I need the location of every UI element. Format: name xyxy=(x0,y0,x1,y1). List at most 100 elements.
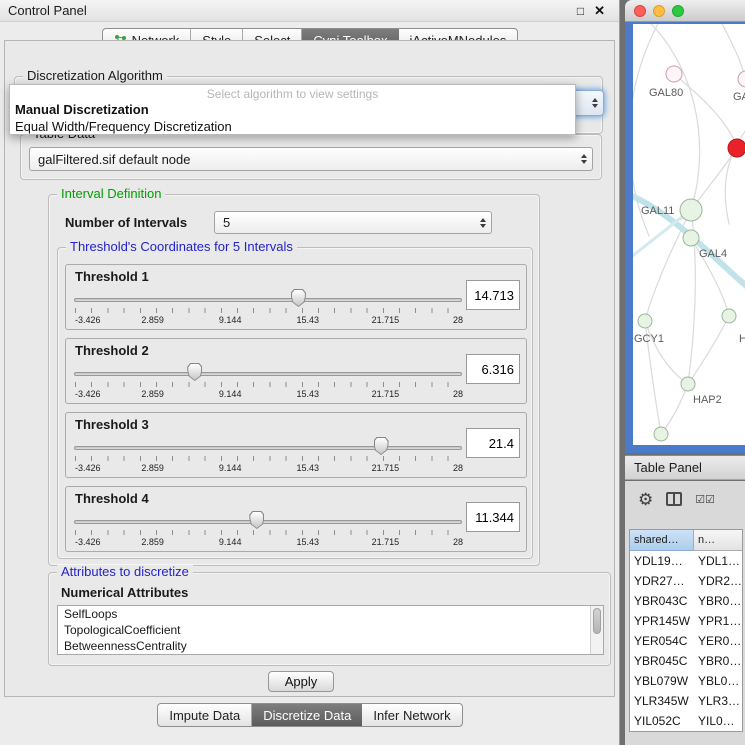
list-item-topologicalcoefficient[interactable]: TopologicalCoefficient xyxy=(58,622,603,638)
slider-track[interactable] xyxy=(74,520,462,524)
num-intervals-value: 5 xyxy=(223,215,230,230)
threshold-value-field[interactable] xyxy=(466,280,520,310)
slider-thumb[interactable] xyxy=(249,511,264,529)
table-cell[interactable]: YBL079W xyxy=(630,671,694,691)
list-item-selfloops[interactable]: SelfLoops xyxy=(58,606,603,622)
threshold-slider[interactable]: -3.4262.8599.14415.4321.71528 xyxy=(74,287,466,329)
combo-stepper-icon xyxy=(480,218,486,228)
zoom-light-icon[interactable] xyxy=(672,5,684,17)
graph-node[interactable] xyxy=(722,309,736,323)
table-cell[interactable]: YIL052C xyxy=(630,711,694,731)
table-cell[interactable]: YBR045C xyxy=(630,651,694,671)
scale-label: -3.426 xyxy=(75,389,101,399)
table-cell[interactable]: YBR0… xyxy=(694,591,742,611)
slider-thumb[interactable] xyxy=(374,437,389,455)
list-item-betweennesscentrality[interactable]: BetweennessCentrality xyxy=(58,638,603,654)
threshold-slider[interactable]: -3.4262.8599.14415.4321.71528 xyxy=(74,509,466,551)
numerical-attributes-label: Numerical Attributes xyxy=(61,585,188,600)
network-window-titlebar[interactable] xyxy=(625,0,745,22)
control-panel-titlebar[interactable]: Control Panel □ ✕ xyxy=(0,0,619,22)
select-rows-checkbox-icon[interactable]: ☑☑ xyxy=(695,493,715,506)
table-cell[interactable]: YPR1… xyxy=(694,611,742,631)
graph-node[interactable] xyxy=(638,314,652,328)
graph-node[interactable] xyxy=(728,139,745,157)
table-cell[interactable]: YBR043C xyxy=(630,591,694,611)
graph-node-label: GAL4 xyxy=(699,248,727,260)
gear-icon[interactable]: ⚙ xyxy=(638,491,653,508)
tab-impute-data[interactable]: Impute Data xyxy=(158,704,252,726)
scale-label: 28 xyxy=(453,389,463,399)
table-cell[interactable]: YPR145W xyxy=(630,611,694,631)
close-icon[interactable]: ✕ xyxy=(594,3,605,19)
slider-track[interactable] xyxy=(74,372,462,376)
threshold-slider[interactable]: -3.4262.8599.14415.4321.71528 xyxy=(74,361,466,403)
network-canvas[interactable]: GAL80GAGAL11GAL4GCY1HHAP2 xyxy=(633,24,745,445)
popup-option-equal-width-frequency-discretization[interactable]: Equal Width/Frequency Discretization xyxy=(10,118,575,135)
slider-scale: -3.4262.8599.14415.4321.71528 xyxy=(75,389,463,401)
graph-node[interactable] xyxy=(680,199,702,221)
threshold-value-field[interactable] xyxy=(466,502,520,532)
threshold-value-field[interactable] xyxy=(466,354,520,384)
list-scrollbar[interactable] xyxy=(590,606,603,654)
graph-node[interactable] xyxy=(683,230,699,246)
threshold-slider[interactable]: -3.4262.8599.14415.4321.71528 xyxy=(74,435,466,477)
table-row[interactable]: YBR043CYBR0… xyxy=(630,591,742,611)
apply-button[interactable]: Apply xyxy=(268,671,334,692)
table-row[interactable]: YBL079WYBL0… xyxy=(630,671,742,691)
threshold-value-field[interactable] xyxy=(466,428,520,458)
table-cell[interactable]: YDR2… xyxy=(694,571,742,591)
slider-scale: -3.4262.8599.14415.4321.71528 xyxy=(75,315,463,327)
table-cell[interactable]: YDL19… xyxy=(630,551,694,571)
slider-track[interactable] xyxy=(74,298,462,302)
table-row[interactable]: YBR045CYBR0… xyxy=(630,651,742,671)
graph-node[interactable] xyxy=(666,66,682,82)
table-cell[interactable]: YDR27… xyxy=(630,571,694,591)
tab-infer-network[interactable]: Infer Network xyxy=(362,704,461,726)
table-panel-header[interactable]: Table Panel xyxy=(625,455,745,480)
graph-node-label: GCY1 xyxy=(634,333,664,345)
table-cell[interactable]: YIL0… xyxy=(694,711,742,731)
graph-node[interactable] xyxy=(654,427,668,441)
table-cell[interactable]: YER0… xyxy=(694,631,742,651)
scale-label: 9.144 xyxy=(219,463,242,473)
table-data-combo[interactable]: galFiltered.sif default node xyxy=(29,147,593,171)
scale-label: 28 xyxy=(453,463,463,473)
table-cell[interactable]: YER054C xyxy=(630,631,694,651)
scrollbar-thumb[interactable] xyxy=(593,608,601,634)
table-cell[interactable]: YBR0… xyxy=(694,651,742,671)
table-row[interactable]: YPR145WYPR1… xyxy=(630,611,742,631)
table-row[interactable]: YLR345WYLR3… xyxy=(630,691,742,711)
graph-node-label: HAP2 xyxy=(693,394,722,406)
table-cell[interactable]: YLR3… xyxy=(694,691,742,711)
slider-thumb[interactable] xyxy=(187,363,202,381)
slider-thumb[interactable] xyxy=(291,289,306,307)
scale-label: 15.43 xyxy=(297,389,320,399)
column-header[interactable]: n… xyxy=(694,530,742,551)
graph-node[interactable] xyxy=(681,377,695,391)
attributes-group: Attributes to discretize Numerical Attri… xyxy=(48,572,611,666)
close-light-icon[interactable] xyxy=(634,5,646,17)
network-graph: GAL80GAGAL11GAL4GCY1HHAP2 xyxy=(633,24,745,445)
minimize-light-icon[interactable] xyxy=(653,5,665,17)
table-cell[interactable]: YDL1… xyxy=(694,551,742,571)
table-row[interactable]: YDL19…YDL1… xyxy=(630,551,742,571)
table-cell[interactable]: YLR345W xyxy=(630,691,694,711)
slider-track[interactable] xyxy=(74,446,462,450)
table-panel-body: ⚙ ☑☑ shared…n… YDL19…YDL1…YDR27…YDR2…YBR… xyxy=(625,481,745,745)
column-header[interactable]: shared… xyxy=(630,530,694,551)
float-window-icon[interactable]: □ xyxy=(577,4,584,18)
tab-discretize-data[interactable]: Discretize Data xyxy=(252,704,362,726)
table-row[interactable]: YDR27…YDR2… xyxy=(630,571,742,591)
scale-label: 9.144 xyxy=(219,389,242,399)
popup-options: Manual DiscretizationEqual Width/Frequen… xyxy=(10,101,575,135)
threshold-panel: Threshold 2-3.4262.8599.14415.4321.71528 xyxy=(65,338,527,404)
table-row[interactable]: YIL052CYIL0… xyxy=(630,711,742,731)
threshold-panel: Threshold 1-3.4262.8599.14415.4321.71528 xyxy=(65,264,527,330)
table-panel-title: Table Panel xyxy=(634,460,702,475)
graph-node[interactable] xyxy=(738,71,745,87)
num-intervals-combo[interactable]: 5 xyxy=(214,211,492,234)
popup-option-manual-discretization[interactable]: Manual Discretization xyxy=(10,101,575,118)
columns-icon[interactable] xyxy=(666,492,682,506)
table-cell[interactable]: YBL0… xyxy=(694,671,742,691)
table-row[interactable]: YER054CYER0… xyxy=(630,631,742,651)
